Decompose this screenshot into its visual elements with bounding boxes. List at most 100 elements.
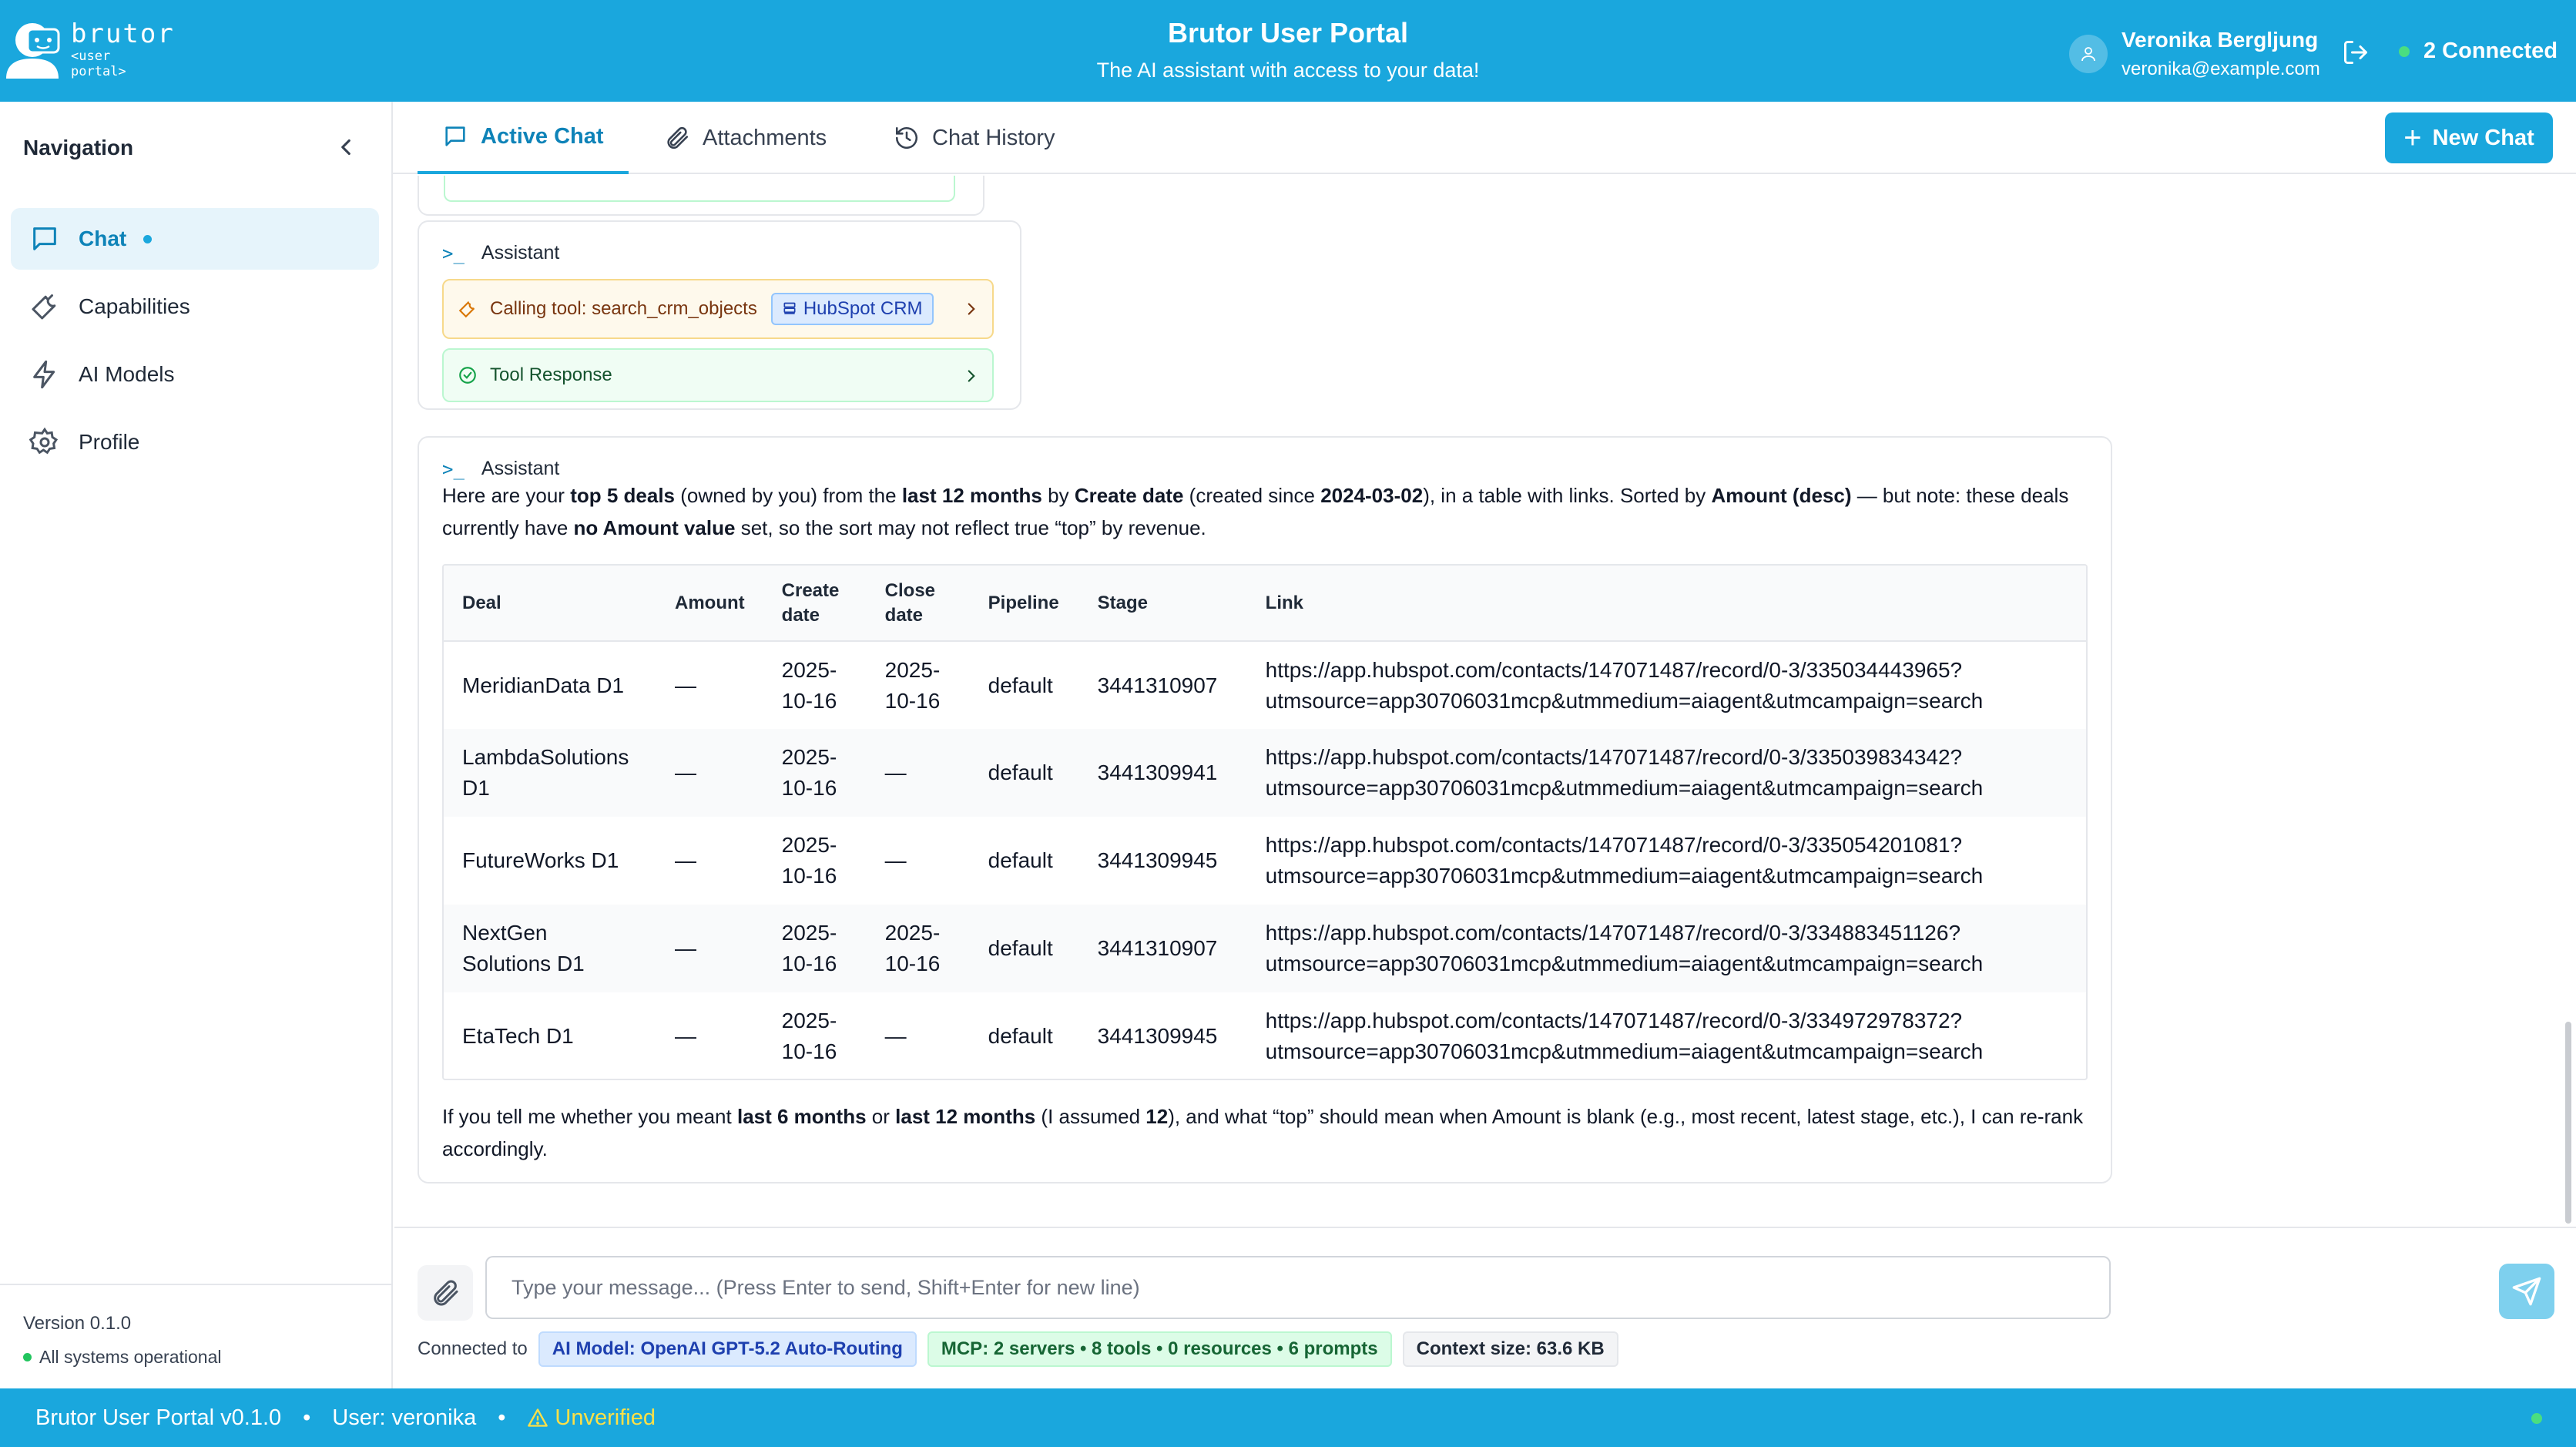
- deal-create-date: 2025-10-16: [781, 1009, 837, 1063]
- sidebar-item-label: Profile: [79, 430, 140, 454]
- column-header: Close date: [884, 579, 936, 626]
- table-row: EtaTech D1 — 2025-10-16 — default 344130…: [444, 992, 2086, 1079]
- check-circle-icon: [459, 367, 476, 384]
- chevron-right-icon: [968, 370, 975, 382]
- table-row: MeridianData D1 — 2025-10-16 2025-10-16 …: [444, 641, 2086, 729]
- logout-icon[interactable]: [2342, 39, 2370, 66]
- deal-link[interactable]: https://app.hubspot.com/contacts/1470714…: [1247, 992, 2086, 1079]
- deal-create-date: 2025-10-16: [781, 833, 837, 888]
- deal-pipeline: default: [988, 673, 1053, 697]
- deal-link[interactable]: https://app.hubspot.com/contacts/1470714…: [1247, 641, 2086, 729]
- wrench-icon: [458, 300, 475, 318]
- tab-label: Active Chat: [481, 123, 604, 149]
- ai-model-badge[interactable]: AI Model: OpenAI GPT-5.2 Auto-Routing: [538, 1331, 917, 1367]
- connection-info-row: Connected to AI Model: OpenAI GPT-5.2 Au…: [418, 1331, 1618, 1367]
- deal-name: LambdaSolutions D1: [462, 745, 629, 800]
- footer-user: User: veronika: [332, 1405, 477, 1430]
- verification-label: Unverified: [555, 1405, 656, 1430]
- deal-create-date: 2025-10-16: [781, 921, 837, 975]
- brand-logo[interactable]: brutor <user portal>: [5, 17, 175, 83]
- send-button[interactable]: [2499, 1264, 2554, 1319]
- attach-file-button[interactable]: [418, 1265, 473, 1321]
- column-header: Pipeline: [988, 592, 1059, 613]
- sidebar-footer: Version 0.1.0 All systems operational: [0, 1284, 391, 1395]
- tool-source-badge: HubSpot CRM: [770, 293, 934, 325]
- table-row: FutureWorks D1 — 2025-10-16 — default 34…: [444, 817, 2086, 905]
- message-composer: Connected to AI Model: OpenAI GPT-5.2 Au…: [394, 1227, 2576, 1388]
- tool-badge-label: HubSpot CRM: [803, 298, 923, 319]
- lightning-icon: [33, 360, 55, 389]
- deal-close-date: —: [884, 1024, 907, 1048]
- connected-to-label: Connected to: [418, 1338, 528, 1359]
- chevron-right-icon: [968, 303, 975, 315]
- sidebar-heading: Navigation: [23, 136, 134, 159]
- new-chat-button[interactable]: + New Chat: [2385, 112, 2553, 163]
- top-header: brutor <user portal> Brutor User Portal …: [0, 0, 2576, 102]
- tab-label: Chat History: [932, 125, 1055, 150]
- table-row: LambdaSolutions D1 — 2025-10-16 — defaul…: [444, 729, 2086, 817]
- app-title: Brutor User Portal: [1167, 17, 1409, 49]
- sidebar-item-label: AI Models: [79, 362, 175, 386]
- deal-close-date: —: [884, 848, 907, 872]
- chat-scrollbar[interactable]: [2565, 1022, 2571, 1224]
- answer-outro: If you tell me whether you meant last 6 …: [442, 1105, 2084, 1160]
- version-label: Version 0.1.0: [23, 1313, 132, 1334]
- deal-close-date: 2025-10-16: [884, 657, 941, 713]
- collapse-sidebar-chevron-left-icon[interactable]: [333, 134, 359, 160]
- column-header: Link: [1265, 592, 1303, 613]
- column-header: Deal: [462, 592, 501, 613]
- footer-status-dot-icon: [2531, 1413, 2542, 1424]
- chat-bubble-icon: [33, 227, 56, 250]
- sidebar-item-profile[interactable]: Profile: [11, 411, 379, 473]
- column-header: Stage: [1097, 592, 1149, 613]
- assistant-tool-message: >_ Assistant Calling tool: search_crm_ob…: [418, 220, 1021, 410]
- deal-close-date: —: [884, 760, 907, 784]
- deal-pipeline: default: [988, 760, 1053, 784]
- connection-status[interactable]: 2 Connected: [2399, 39, 2558, 64]
- deal-link[interactable]: https://app.hubspot.com/contacts/1470714…: [1247, 729, 2086, 817]
- deal-stage: 3441310907: [1097, 673, 1218, 697]
- message-input[interactable]: [485, 1256, 2111, 1319]
- footer-app-version: Brutor User Portal v0.1.0: [35, 1405, 282, 1430]
- deal-amount: —: [675, 760, 696, 784]
- user-name: Veronika Bergljung: [2122, 28, 2319, 52]
- sidebar-item-capabilities[interactable]: Capabilities: [11, 276, 379, 337]
- deal-name: MeridianData D1: [462, 673, 625, 697]
- connected-label: 2 Connected: [2423, 39, 2558, 63]
- wrench-icon: [32, 294, 56, 320]
- deal-name: FutureWorks D1: [462, 848, 619, 872]
- user-menu[interactable]: Veronika Bergljung veronika@example.com: [2069, 28, 2320, 80]
- status-dot-icon: [2399, 45, 2410, 57]
- user-avatar-icon: [2069, 35, 2108, 73]
- table-header-row: Deal Amount Create date Close date Pipel…: [444, 566, 2086, 641]
- context-size-badge: Context size: 63.6 KB: [1402, 1331, 1618, 1367]
- logo-name: brutor: [71, 18, 175, 49]
- tab-label: Attachments: [703, 125, 827, 150]
- column-header: Amount: [675, 592, 745, 613]
- status-dot-icon: [23, 1353, 32, 1361]
- deal-link[interactable]: https://app.hubspot.com/contacts/1470714…: [1247, 817, 2086, 905]
- terminal-prompt-icon: >_: [442, 458, 465, 480]
- tab-attachments[interactable]: Attachments: [639, 102, 851, 174]
- mcp-badge[interactable]: MCP: 2 servers • 8 tools • 0 resources •…: [927, 1331, 1392, 1367]
- deal-pipeline: default: [988, 1024, 1053, 1048]
- deal-link[interactable]: https://app.hubspot.com/contacts/1470714…: [1247, 905, 2086, 992]
- sidebar-item-chat[interactable]: Chat: [11, 208, 379, 270]
- deal-stage: 3441309941: [1097, 760, 1218, 784]
- active-indicator-dot: [143, 234, 153, 243]
- previous-tool-response: [444, 176, 955, 202]
- answer-intro: Here are your top 5 deals (owned by you)…: [442, 484, 2069, 539]
- plus-icon: +: [2403, 121, 2422, 155]
- new-chat-label: New Chat: [2432, 125, 2534, 150]
- sidebar-item-ai-models[interactable]: AI Models: [11, 344, 379, 405]
- tab-active-chat[interactable]: Active Chat: [418, 102, 629, 174]
- tab-chat-history[interactable]: Chat History: [869, 102, 1080, 174]
- chat-bubble-icon: [445, 126, 465, 146]
- deal-stage: 3441309945: [1097, 848, 1218, 872]
- tool-response-row[interactable]: Tool Response: [442, 348, 994, 402]
- previous-message-card: [418, 176, 984, 216]
- verification-status[interactable]: Unverified: [527, 1405, 656, 1431]
- deal-pipeline: default: [988, 848, 1053, 872]
- tool-call-row[interactable]: Calling tool: search_crm_objects HubSpot…: [442, 279, 994, 339]
- warning-triangle-icon: [528, 1408, 548, 1427]
